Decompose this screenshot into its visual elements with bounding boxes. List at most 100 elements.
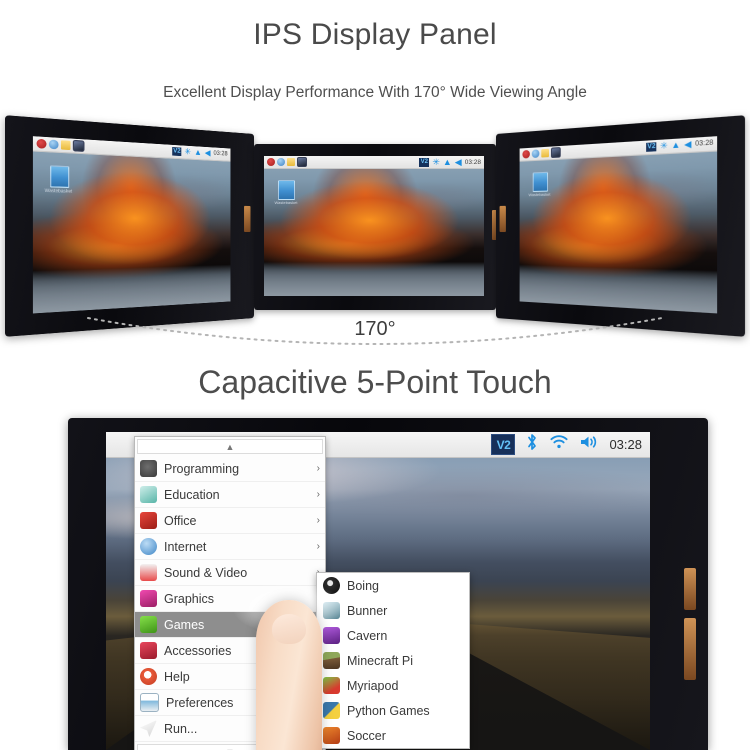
wastebasket-icon[interactable] <box>532 171 549 193</box>
raspberry-icon[interactable] <box>522 149 530 159</box>
submenu-item-label: Cavern <box>347 628 388 643</box>
product-feature-page: IPS Display Panel Excellent Display Perf… <box>0 0 750 750</box>
file-manager-icon[interactable] <box>60 140 71 151</box>
terminal-icon[interactable] <box>550 147 561 159</box>
menu-item-label: Games <box>164 617 205 632</box>
menu-scroll-up-button[interactable]: ▲ <box>137 439 323 454</box>
menu-item-internet[interactable]: Internet › <box>135 534 325 560</box>
chevron-right-icon: › <box>316 515 320 526</box>
side-port-connector <box>244 205 251 233</box>
preferences-icon <box>140 693 159 712</box>
submenu-item-bunner[interactable]: Bunner <box>317 598 469 623</box>
web-browser-icon[interactable] <box>277 158 285 166</box>
file-manager-icon[interactable] <box>541 148 549 158</box>
wifi-icon[interactable]: ▲ <box>443 157 452 167</box>
submenu-item-label: Bunner <box>347 603 388 618</box>
ips-section-subtitle: Excellent Display Performance With 170° … <box>163 84 587 101</box>
menu-item-preferences[interactable]: Preferences › <box>135 690 325 716</box>
wastebasket-icon[interactable] <box>278 180 295 200</box>
menu-item-graphics[interactable]: Graphics › <box>135 586 325 612</box>
internet-icon <box>140 538 157 555</box>
menu-item-help[interactable]: Help › <box>135 664 325 690</box>
panel-screen: V2 ✳ ▲ ◀ 03:28 Wastebasket <box>32 136 231 314</box>
wastebasket-label: Wastebasket <box>274 200 298 205</box>
games-submenu: Boing Bunner Cavern Minecraft Pi Myriapo… <box>316 572 470 749</box>
submenu-item-cavern[interactable]: Cavern <box>317 623 469 648</box>
volume-icon[interactable] <box>579 434 599 455</box>
side-port-connector-lower <box>684 618 696 680</box>
menu-item-sound-video[interactable]: Sound & Video › <box>135 560 325 586</box>
minecraft-pi-icon <box>323 652 340 669</box>
bluetooth-icon[interactable]: ✳ <box>432 157 440 167</box>
file-manager-icon[interactable] <box>287 158 295 166</box>
vnc-icon[interactable]: V2 <box>172 147 182 157</box>
python-games-icon <box>323 702 340 719</box>
menu-item-education[interactable]: Education › <box>135 482 325 508</box>
touch-demo-panel: i@raspberrypi: ~] V2 <box>68 418 708 750</box>
raspberry-icon[interactable] <box>36 138 47 149</box>
panel-screen: V2 ✳ ▲ ◀ 03:28 Wastebasket <box>264 156 484 296</box>
touch-panel-bezel: i@raspberrypi: ~] V2 <box>68 418 708 750</box>
menu-item-accessories[interactable]: Accessories › <box>135 638 325 664</box>
desktop-wallpaper <box>264 156 484 296</box>
submenu-item-python-games[interactable]: Python Games <box>317 698 469 723</box>
viewing-angle-arc: 170° <box>0 300 750 370</box>
chevron-right-icon: › <box>316 541 320 552</box>
submenu-item-label: Python Games <box>347 703 430 718</box>
wastebasket-icon[interactable] <box>50 165 70 188</box>
submenu-item-label: Minecraft Pi <box>347 653 413 668</box>
submenu-item-minecraft-pi[interactable]: Minecraft Pi <box>317 648 469 673</box>
menu-item-games[interactable]: Games › <box>135 612 325 638</box>
games-icon <box>140 616 157 633</box>
terminal-icon[interactable] <box>72 139 85 152</box>
cavern-icon <box>323 627 340 644</box>
wastebasket-label: Wastebasket <box>528 191 551 198</box>
menu-item-label: Run... <box>164 721 198 736</box>
raspberry-icon[interactable] <box>267 158 275 166</box>
bluetooth-icon[interactable] <box>525 433 539 456</box>
bluetooth-icon[interactable]: ✳ <box>184 147 191 157</box>
menu-scroll-down-button[interactable]: ▼ <box>137 744 323 750</box>
wifi-icon[interactable]: ▲ <box>194 147 202 157</box>
soccer-icon <box>323 727 340 744</box>
volume-icon[interactable]: ◀ <box>455 157 462 167</box>
bluetooth-icon[interactable]: ✳ <box>660 140 668 151</box>
wifi-glyph <box>550 435 569 449</box>
taskbar-tray: V2 ✳ ▲ ◀ 03:28 <box>419 157 481 167</box>
ips-section-title: IPS Display Panel <box>253 18 497 51</box>
side-port-connector <box>499 205 506 233</box>
touch-section-title: Capacitive 5-Point Touch <box>198 364 552 400</box>
taskbar-launchers <box>36 138 85 152</box>
menu-item-label: Programming <box>164 461 240 476</box>
wifi-icon[interactable] <box>549 434 569 455</box>
desktop-wallpaper <box>519 136 718 314</box>
menu-item-programming[interactable]: Programming › <box>135 456 325 482</box>
submenu-item-label: Myriapod <box>347 678 399 693</box>
touch-panel-screen: i@raspberrypi: ~] V2 <box>106 432 650 750</box>
menu-item-label: Preferences <box>166 695 234 710</box>
graphics-icon <box>140 590 157 607</box>
programming-icon <box>140 460 157 477</box>
clock: 03:28 <box>213 150 228 158</box>
volume-icon[interactable]: ◀ <box>684 139 691 150</box>
submenu-item-boing[interactable]: Boing <box>317 573 469 598</box>
web-browser-icon[interactable] <box>531 149 540 159</box>
chevron-right-icon: › <box>316 463 320 474</box>
vnc-icon[interactable]: V2 <box>419 157 430 167</box>
menu-item-run[interactable]: Run... <box>135 716 325 742</box>
sound-video-icon <box>140 564 157 581</box>
taskbar-launchers <box>522 147 561 160</box>
desktop-wallpaper <box>32 136 231 314</box>
submenu-item-myriapod[interactable]: Myriapod <box>317 673 469 698</box>
terminal-icon[interactable] <box>297 157 307 167</box>
wifi-icon[interactable]: ▲ <box>671 140 680 151</box>
menu-item-office[interactable]: Office › <box>135 508 325 534</box>
vnc-icon[interactable]: V2 <box>646 142 657 152</box>
volume-icon[interactable]: ◀ <box>205 148 211 158</box>
vnc-icon[interactable]: V2 <box>491 434 516 455</box>
submenu-item-soccer[interactable]: Soccer <box>317 723 469 748</box>
web-browser-icon[interactable] <box>48 139 59 150</box>
taskbar-tray: V2 ✳ ▲ ◀ 03:28 <box>646 139 713 152</box>
menu-item-label: Office <box>164 513 197 528</box>
menu-item-label: Internet <box>164 539 207 554</box>
